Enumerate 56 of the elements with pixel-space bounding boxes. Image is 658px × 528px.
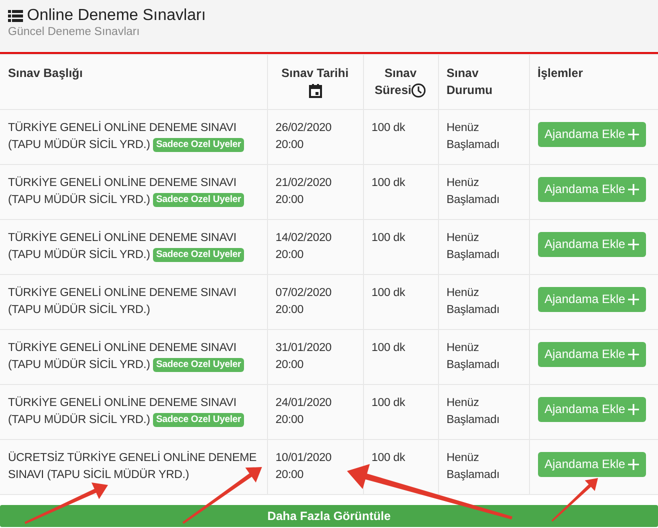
add-to-agenda-button[interactable]: Ajandama Ekle [538, 122, 646, 147]
add-to-agenda-button[interactable]: Ajandama Ekle [538, 452, 646, 477]
exam-title-cell: TÜRKİYE GENELİ ONLİNE DENEME SINAVI (TAPU MÜDÜR SİCİL YRD.) Sadece Ozel Uyeler [0, 330, 267, 384]
plus-icon [628, 349, 640, 360]
exam-title-cell: TÜRKİYE GENELİ ONLİNE DENEME SINAVI (TAPU MÜDÜR SİCİL YRD.) [0, 274, 267, 330]
column-header: İşlemler [529, 54, 658, 110]
add-to-agenda-button[interactable]: Ajandama Ekle [538, 287, 646, 312]
plus-icon [628, 239, 640, 250]
date-cell: 14/02/2020 20:00 [267, 220, 363, 274]
date-cell: 07/02/2020 20:00 [267, 274, 363, 330]
exam-title-cell: TÜRKİYE GENELİ ONLİNE DENEME SINAVI (TAPU MÜDÜR SİCİL YRD.) Sadece Ozel Uyeler [0, 110, 267, 164]
status-cell: Henüz Başlamadı [438, 220, 529, 274]
exam-title-cell: TÜRKİYE GENELİ ONLİNE DENEME SINAVI (TAPU MÜDÜR SİCİL YRD.) Sadece Ozel Uyeler [0, 384, 267, 440]
list-icon [8, 10, 23, 22]
add-to-agenda-button[interactable]: Ajandama Ekle [538, 397, 646, 422]
add-to-agenda-button[interactable]: Ajandama Ekle [538, 232, 646, 257]
status-cell: Henüz Başlamadı [438, 440, 529, 494]
members-badge: Sadece Ozel Uyeler [153, 193, 244, 207]
duration-cell: 100 dk [363, 384, 438, 440]
duration-cell: 100 dk [363, 220, 438, 274]
date-cell: 31/01/2020 20:00 [267, 330, 363, 384]
column-header: Sınav Başlığı [0, 54, 267, 110]
exam-title-cell: TÜRKİYE GENELİ ONLİNE DENEME SINAVI (TAPU MÜDÜR SİCİL YRD.) Sadece Ozel Uyeler [0, 164, 267, 220]
status-cell: Henüz Başlamadı [438, 110, 529, 164]
duration-cell: 100 dk [363, 110, 438, 164]
column-header: Sınav Tarihi [267, 54, 363, 110]
annotation-arrow [551, 478, 598, 522]
plus-icon [628, 404, 640, 415]
status-cell: Henüz Başlamadı [438, 330, 529, 384]
members-badge: Sadece Ozel Uyeler [153, 358, 244, 372]
calendar-icon [308, 84, 322, 98]
members-badge: Sadece Ozel Uyeler [153, 413, 244, 427]
date-cell: 24/01/2020 20:00 [267, 384, 363, 440]
duration-cell: 100 dk [363, 164, 438, 220]
add-to-agenda-button[interactable]: Ajandama Ekle [538, 177, 646, 202]
members-badge: Sadece Ozel Uyeler [153, 138, 244, 152]
status-cell: Henüz Başlamadı [438, 274, 529, 330]
status-cell: Henüz Başlamadı [438, 164, 529, 220]
duration-cell: 100 dk [363, 274, 438, 330]
column-header: Sınav Durumu [438, 54, 529, 110]
page-subtitle: Güncel Deneme Sınavları [8, 26, 141, 38]
add-to-agenda-button[interactable]: Ajandama Ekle [538, 342, 646, 367]
date-cell: 21/02/2020 20:00 [267, 164, 363, 220]
show-more-button[interactable]: Daha Fazla Görüntüle [0, 505, 658, 527]
column-header: Sınav Süresi [363, 54, 438, 110]
exam-title-cell: TÜRKİYE GENELİ ONLİNE DENEME SINAVI (TAPU MÜDÜR SİCİL YRD.) Sadece Ozel Uyeler [0, 220, 267, 274]
duration-cell: 100 dk [363, 330, 438, 384]
page-title: Online Deneme Sınavları [27, 7, 206, 25]
plus-icon [628, 459, 640, 470]
members-badge: Sadece Ozel Uyeler [153, 248, 244, 262]
clock-icon [411, 83, 426, 98]
plus-icon [628, 184, 640, 195]
plus-icon [628, 129, 640, 140]
plus-icon [628, 294, 640, 305]
status-cell: Henüz Başlamadı [438, 384, 529, 440]
date-cell: 26/02/2020 20:00 [267, 110, 363, 164]
